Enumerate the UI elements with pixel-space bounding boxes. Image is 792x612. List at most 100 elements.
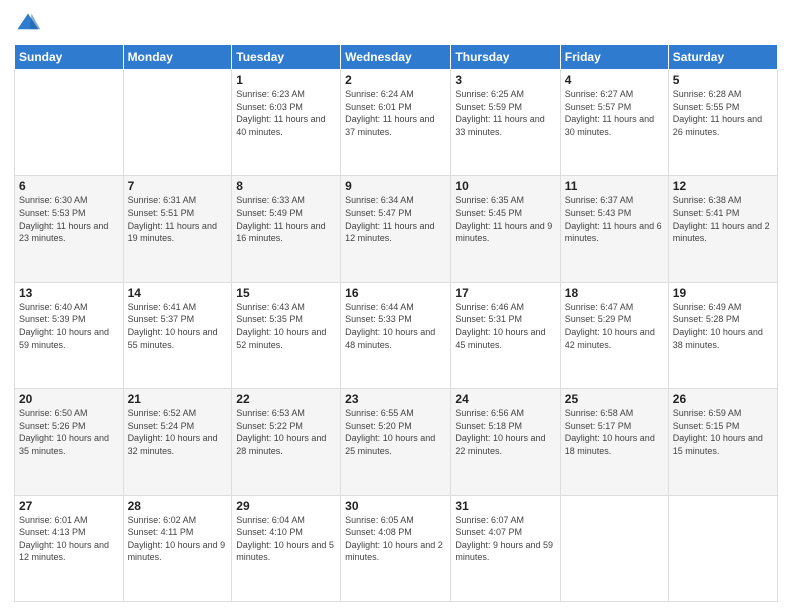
calendar-cell: 23Sunrise: 6:55 AM Sunset: 5:20 PM Dayli… — [341, 389, 451, 495]
calendar-cell — [560, 495, 668, 601]
calendar-cell: 30Sunrise: 6:05 AM Sunset: 4:08 PM Dayli… — [341, 495, 451, 601]
calendar: SundayMondayTuesdayWednesdayThursdayFrid… — [14, 44, 778, 602]
calendar-cell: 4Sunrise: 6:27 AM Sunset: 5:57 PM Daylig… — [560, 70, 668, 176]
day-number: 16 — [345, 286, 446, 300]
week-row-4: 20Sunrise: 6:50 AM Sunset: 5:26 PM Dayli… — [15, 389, 778, 495]
day-number: 10 — [455, 179, 555, 193]
calendar-cell: 12Sunrise: 6:38 AM Sunset: 5:41 PM Dayli… — [668, 176, 777, 282]
day-info: Sunrise: 6:40 AM Sunset: 5:39 PM Dayligh… — [19, 301, 119, 351]
day-number: 31 — [455, 499, 555, 513]
calendar-cell: 28Sunrise: 6:02 AM Sunset: 4:11 PM Dayli… — [123, 495, 232, 601]
day-number: 13 — [19, 286, 119, 300]
calendar-cell — [668, 495, 777, 601]
weekday-header-monday: Monday — [123, 45, 232, 70]
day-info: Sunrise: 6:52 AM Sunset: 5:24 PM Dayligh… — [128, 407, 228, 457]
day-number: 3 — [455, 73, 555, 87]
day-info: Sunrise: 6:01 AM Sunset: 4:13 PM Dayligh… — [19, 514, 119, 564]
calendar-cell: 10Sunrise: 6:35 AM Sunset: 5:45 PM Dayli… — [451, 176, 560, 282]
day-info: Sunrise: 6:53 AM Sunset: 5:22 PM Dayligh… — [236, 407, 336, 457]
day-info: Sunrise: 6:44 AM Sunset: 5:33 PM Dayligh… — [345, 301, 446, 351]
day-number: 15 — [236, 286, 336, 300]
day-info: Sunrise: 6:31 AM Sunset: 5:51 PM Dayligh… — [128, 194, 228, 244]
day-number: 17 — [455, 286, 555, 300]
day-number: 20 — [19, 392, 119, 406]
day-info: Sunrise: 6:41 AM Sunset: 5:37 PM Dayligh… — [128, 301, 228, 351]
weekday-header-friday: Friday — [560, 45, 668, 70]
day-info: Sunrise: 6:49 AM Sunset: 5:28 PM Dayligh… — [673, 301, 773, 351]
day-number: 28 — [128, 499, 228, 513]
page: SundayMondayTuesdayWednesdayThursdayFrid… — [0, 0, 792, 612]
day-number: 2 — [345, 73, 446, 87]
day-number: 7 — [128, 179, 228, 193]
calendar-cell: 11Sunrise: 6:37 AM Sunset: 5:43 PM Dayli… — [560, 176, 668, 282]
calendar-cell: 20Sunrise: 6:50 AM Sunset: 5:26 PM Dayli… — [15, 389, 124, 495]
calendar-cell: 13Sunrise: 6:40 AM Sunset: 5:39 PM Dayli… — [15, 282, 124, 388]
day-number: 19 — [673, 286, 773, 300]
calendar-cell: 9Sunrise: 6:34 AM Sunset: 5:47 PM Daylig… — [341, 176, 451, 282]
day-info: Sunrise: 6:37 AM Sunset: 5:43 PM Dayligh… — [565, 194, 664, 244]
day-info: Sunrise: 6:34 AM Sunset: 5:47 PM Dayligh… — [345, 194, 446, 244]
weekday-header-tuesday: Tuesday — [232, 45, 341, 70]
logo — [14, 10, 46, 38]
day-number: 5 — [673, 73, 773, 87]
day-info: Sunrise: 6:04 AM Sunset: 4:10 PM Dayligh… — [236, 514, 336, 564]
weekday-header-wednesday: Wednesday — [341, 45, 451, 70]
calendar-cell: 16Sunrise: 6:44 AM Sunset: 5:33 PM Dayli… — [341, 282, 451, 388]
calendar-cell: 3Sunrise: 6:25 AM Sunset: 5:59 PM Daylig… — [451, 70, 560, 176]
weekday-header-saturday: Saturday — [668, 45, 777, 70]
calendar-cell: 31Sunrise: 6:07 AM Sunset: 4:07 PM Dayli… — [451, 495, 560, 601]
day-info: Sunrise: 6:05 AM Sunset: 4:08 PM Dayligh… — [345, 514, 446, 564]
day-number: 9 — [345, 179, 446, 193]
day-number: 14 — [128, 286, 228, 300]
calendar-cell: 6Sunrise: 6:30 AM Sunset: 5:53 PM Daylig… — [15, 176, 124, 282]
calendar-cell: 22Sunrise: 6:53 AM Sunset: 5:22 PM Dayli… — [232, 389, 341, 495]
day-info: Sunrise: 6:46 AM Sunset: 5:31 PM Dayligh… — [455, 301, 555, 351]
week-row-1: 1Sunrise: 6:23 AM Sunset: 6:03 PM Daylig… — [15, 70, 778, 176]
day-number: 11 — [565, 179, 664, 193]
calendar-cell: 26Sunrise: 6:59 AM Sunset: 5:15 PM Dayli… — [668, 389, 777, 495]
day-info: Sunrise: 6:33 AM Sunset: 5:49 PM Dayligh… — [236, 194, 336, 244]
day-number: 18 — [565, 286, 664, 300]
calendar-cell: 21Sunrise: 6:52 AM Sunset: 5:24 PM Dayli… — [123, 389, 232, 495]
day-info: Sunrise: 6:43 AM Sunset: 5:35 PM Dayligh… — [236, 301, 336, 351]
calendar-cell — [15, 70, 124, 176]
day-number: 22 — [236, 392, 336, 406]
day-info: Sunrise: 6:07 AM Sunset: 4:07 PM Dayligh… — [455, 514, 555, 564]
day-info: Sunrise: 6:38 AM Sunset: 5:41 PM Dayligh… — [673, 194, 773, 244]
day-info: Sunrise: 6:59 AM Sunset: 5:15 PM Dayligh… — [673, 407, 773, 457]
day-number: 25 — [565, 392, 664, 406]
day-number: 12 — [673, 179, 773, 193]
day-info: Sunrise: 6:30 AM Sunset: 5:53 PM Dayligh… — [19, 194, 119, 244]
calendar-cell: 14Sunrise: 6:41 AM Sunset: 5:37 PM Dayli… — [123, 282, 232, 388]
day-number: 1 — [236, 73, 336, 87]
day-number: 26 — [673, 392, 773, 406]
day-info: Sunrise: 6:02 AM Sunset: 4:11 PM Dayligh… — [128, 514, 228, 564]
weekday-header-thursday: Thursday — [451, 45, 560, 70]
day-number: 29 — [236, 499, 336, 513]
day-info: Sunrise: 6:55 AM Sunset: 5:20 PM Dayligh… — [345, 407, 446, 457]
calendar-cell: 5Sunrise: 6:28 AM Sunset: 5:55 PM Daylig… — [668, 70, 777, 176]
day-number: 27 — [19, 499, 119, 513]
day-info: Sunrise: 6:24 AM Sunset: 6:01 PM Dayligh… — [345, 88, 446, 138]
calendar-cell: 2Sunrise: 6:24 AM Sunset: 6:01 PM Daylig… — [341, 70, 451, 176]
day-number: 30 — [345, 499, 446, 513]
logo-icon — [14, 10, 42, 38]
week-row-3: 13Sunrise: 6:40 AM Sunset: 5:39 PM Dayli… — [15, 282, 778, 388]
calendar-cell: 15Sunrise: 6:43 AM Sunset: 5:35 PM Dayli… — [232, 282, 341, 388]
day-number: 6 — [19, 179, 119, 193]
day-number: 4 — [565, 73, 664, 87]
day-info: Sunrise: 6:47 AM Sunset: 5:29 PM Dayligh… — [565, 301, 664, 351]
day-info: Sunrise: 6:56 AM Sunset: 5:18 PM Dayligh… — [455, 407, 555, 457]
day-number: 8 — [236, 179, 336, 193]
day-info: Sunrise: 6:27 AM Sunset: 5:57 PM Dayligh… — [565, 88, 664, 138]
weekday-header-row: SundayMondayTuesdayWednesdayThursdayFrid… — [15, 45, 778, 70]
weekday-header-sunday: Sunday — [15, 45, 124, 70]
calendar-cell — [123, 70, 232, 176]
calendar-cell: 18Sunrise: 6:47 AM Sunset: 5:29 PM Dayli… — [560, 282, 668, 388]
day-info: Sunrise: 6:23 AM Sunset: 6:03 PM Dayligh… — [236, 88, 336, 138]
calendar-cell: 8Sunrise: 6:33 AM Sunset: 5:49 PM Daylig… — [232, 176, 341, 282]
week-row-5: 27Sunrise: 6:01 AM Sunset: 4:13 PM Dayli… — [15, 495, 778, 601]
calendar-cell: 1Sunrise: 6:23 AM Sunset: 6:03 PM Daylig… — [232, 70, 341, 176]
day-info: Sunrise: 6:50 AM Sunset: 5:26 PM Dayligh… — [19, 407, 119, 457]
calendar-cell: 24Sunrise: 6:56 AM Sunset: 5:18 PM Dayli… — [451, 389, 560, 495]
